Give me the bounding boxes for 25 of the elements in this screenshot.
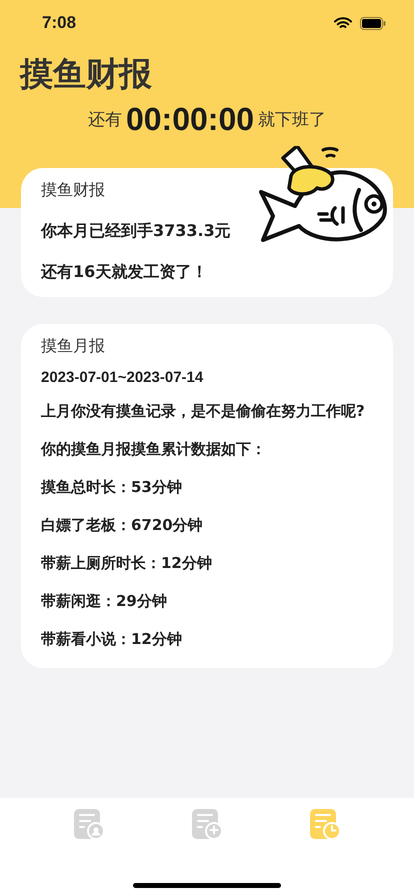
card-title: 摸鱼财报	[41, 180, 105, 201]
wifi-icon	[334, 16, 352, 30]
report-text: 摸鱼总时长：53分钟	[41, 477, 183, 498]
document-add-icon	[190, 808, 224, 842]
document-person-icon	[72, 808, 106, 842]
report-text: 带薪上厕所时长：12分钟	[41, 553, 213, 574]
report-text: 你的摸鱼月报摸鱼累计数据如下：	[41, 439, 267, 460]
date-range: 2023-07-01~2023-07-14	[41, 369, 204, 386]
countdown-timer: 00:00:00	[126, 101, 254, 138]
tab-button[interactable]	[72, 808, 106, 842]
page-title: 摸鱼财报	[20, 53, 152, 95]
card-title: 摸鱼月报	[41, 336, 105, 357]
report-text: 带薪看小说：12分钟	[41, 629, 183, 650]
income-text: 你本月已经到手3733.3元	[41, 221, 231, 242]
report-text: 白嫖了老板：6720分钟	[41, 515, 204, 536]
status-time: 7:08	[42, 13, 76, 33]
report-text: 带薪闲逛：29分钟	[41, 591, 168, 612]
tab-button[interactable]	[308, 808, 342, 842]
battery-icon	[360, 16, 386, 30]
tab-button[interactable]	[190, 808, 224, 842]
countdown-prefix: 还有	[88, 109, 122, 131]
income-text: 还有16天就发工资了！	[41, 262, 208, 283]
document-clock-icon	[308, 808, 342, 842]
report-text: 上月你没有摸鱼记录，是不是偷偷在努力工作呢?	[41, 401, 366, 422]
countdown-suffix: 就下班了	[258, 109, 326, 131]
